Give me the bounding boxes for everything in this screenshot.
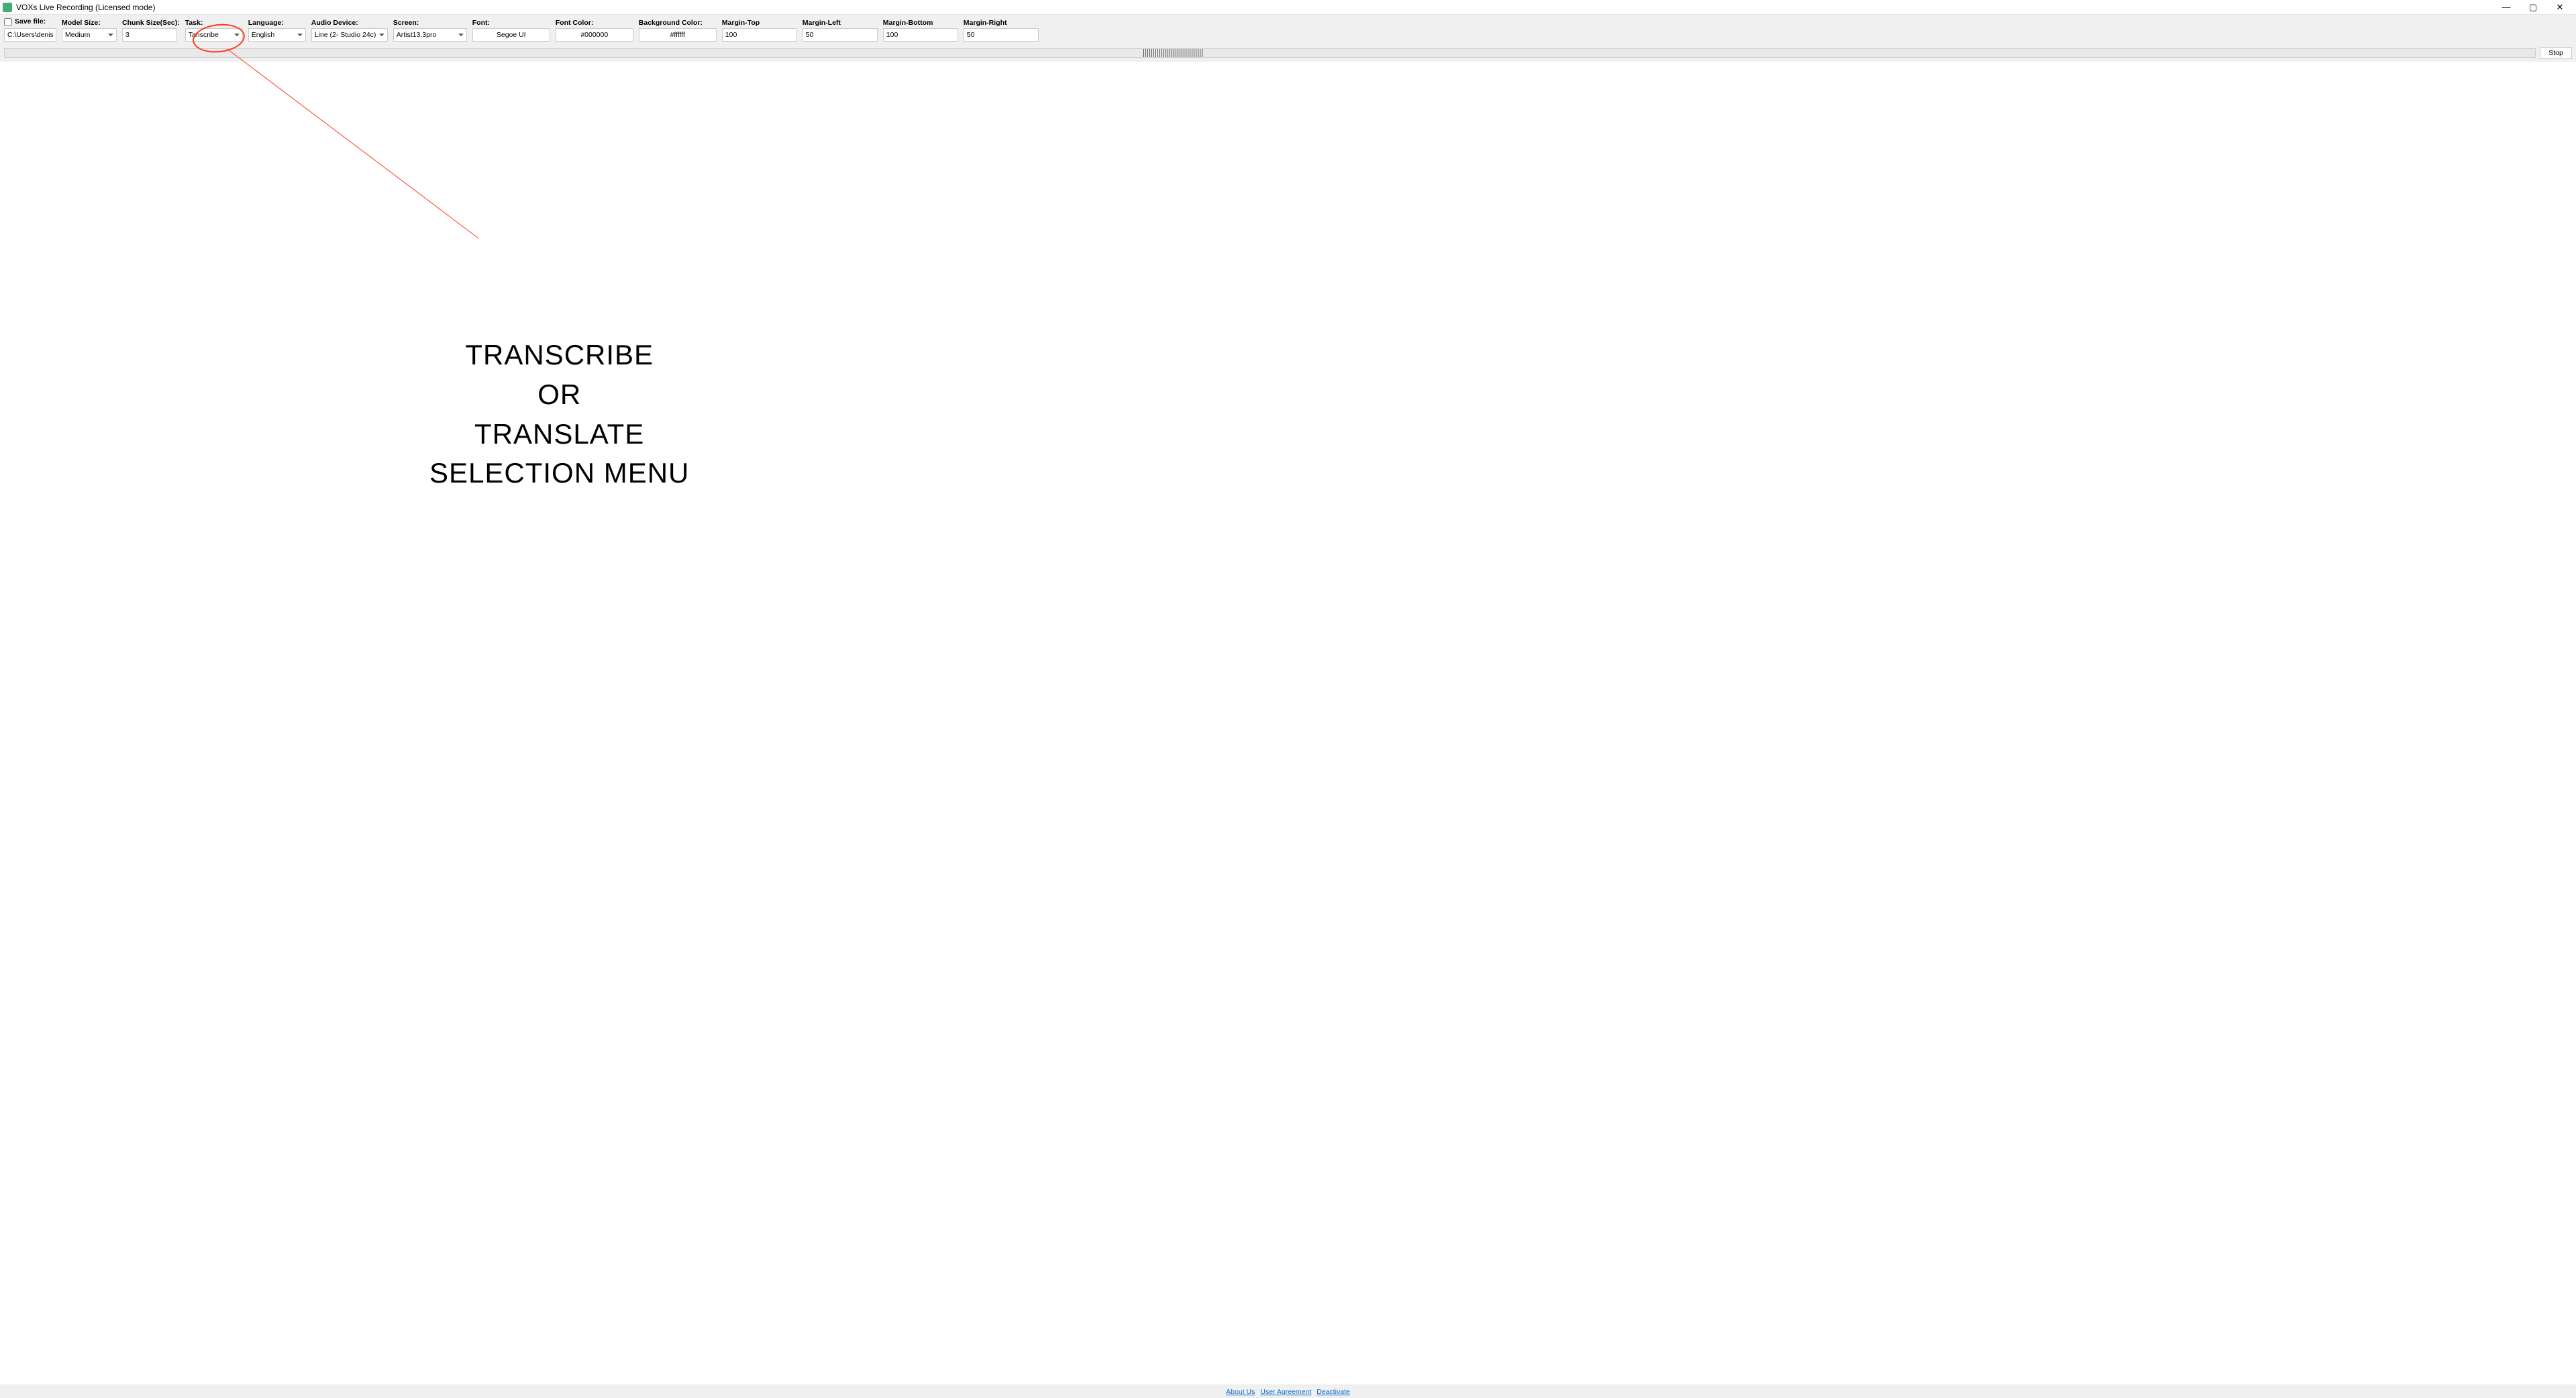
app-window: VOXs Live Recording (Licensed mode) — ▢ … [0,0,2576,1398]
chunk-size-label: Chunk Size(Sec): [122,19,180,27]
margin-right-label: Margin-Right [964,19,1039,27]
chunk-size-value[interactable] [125,31,174,39]
font-color-input[interactable] [556,28,633,42]
minimize-button[interactable]: — [2493,0,2520,15]
screen-select[interactable]: Artist13.3pro [393,28,467,42]
callout-line4: selection menu [429,454,689,493]
save-file-input[interactable] [4,28,56,42]
margin-bottom-label: Margin-Bottom [883,19,958,27]
audio-device-select[interactable]: Line (2- Studio 24c) [311,28,388,42]
progress-row: Stop [0,46,2576,62]
model-size-select[interactable]: Medium [62,28,117,42]
font-color-value[interactable] [559,31,630,39]
margin-right-field: Margin-Right [964,19,1039,42]
save-file-value[interactable] [7,31,53,39]
chunk-size-input[interactable] [122,28,177,42]
model-size-field: Model Size: Medium [62,19,117,42]
audio-device-label: Audio Device: [311,19,388,27]
model-size-label: Model Size: [62,19,117,27]
margin-bottom-value[interactable] [886,31,955,39]
callout-line2: or [429,375,689,415]
font-color-field: Font Color: [556,19,633,42]
audio-device-value: Line (2- Studio 24c) [315,31,376,39]
screen-field: Screen: Artist13.3pro [393,19,467,42]
user-agreement-link[interactable]: User Agreement [1260,1388,1311,1396]
callout-line3: Translate [429,415,689,454]
footer: About Us User Agreement Deactivate [0,1385,2576,1398]
deactivate-link[interactable]: Deactivate [1317,1388,1350,1396]
margin-top-field: Margin-Top [722,19,797,42]
about-link[interactable]: About Us [1226,1388,1255,1396]
margin-right-value[interactable] [967,31,1035,39]
language-label: Language: [248,19,306,27]
stop-button[interactable]: Stop [2540,47,2572,59]
language-select[interactable]: English [248,28,306,42]
main-canvas: Transcribe or Translate selection menu [0,62,2576,1385]
save-file-field: Save file: [4,17,56,42]
margin-left-value[interactable] [806,31,874,39]
margin-bottom-field: Margin-Bottom [883,19,958,42]
margin-right-input[interactable] [964,28,1039,42]
margin-top-label: Margin-Top [722,19,797,27]
title-bar: VOXs Live Recording (Licensed mode) — ▢ … [0,0,2576,15]
bg-color-value[interactable] [642,31,713,39]
screen-value: Artist13.3pro [397,31,437,39]
progress-bar [4,48,2536,58]
window-title: VOXs Live Recording (Licensed mode) [16,3,2493,12]
margin-left-field: Margin-Left [803,19,878,42]
bg-color-field: Background Color: [639,19,717,42]
bg-color-input[interactable] [639,28,717,42]
margin-left-input[interactable] [803,28,878,42]
model-size-value: Medium [65,31,90,39]
language-value: English [252,31,274,39]
window-controls: — ▢ ✕ [2493,0,2573,15]
bg-color-label: Background Color: [639,19,717,27]
font-color-label: Font Color: [556,19,633,27]
callout-text: Transcribe or Translate selection menu [429,336,689,493]
app-icon [3,3,12,12]
font-label: Font: [472,19,550,27]
audio-device-field: Audio Device: Line (2- Studio 24c) [311,19,388,42]
save-file-label: Save file: [15,17,46,26]
progress-marquee [1143,49,1204,57]
margin-top-value[interactable] [725,31,794,39]
language-field: Language: English [248,19,306,42]
font-input[interactable] [472,28,550,42]
margin-top-input[interactable] [722,28,797,42]
toolbar: Save file: Model Size: Medium Chunk Size… [0,15,2576,46]
callout-line1: Transcribe [429,336,689,375]
save-file-checkbox[interactable] [4,18,12,26]
font-value[interactable] [476,31,547,39]
margin-bottom-input[interactable] [883,28,958,42]
margin-left-label: Margin-Left [803,19,878,27]
chunk-size-field: Chunk Size(Sec): [122,19,180,42]
screen-label: Screen: [393,19,467,27]
font-field: Font: [472,19,550,42]
maximize-button[interactable]: ▢ [2520,0,2546,15]
close-button[interactable]: ✕ [2546,0,2573,15]
